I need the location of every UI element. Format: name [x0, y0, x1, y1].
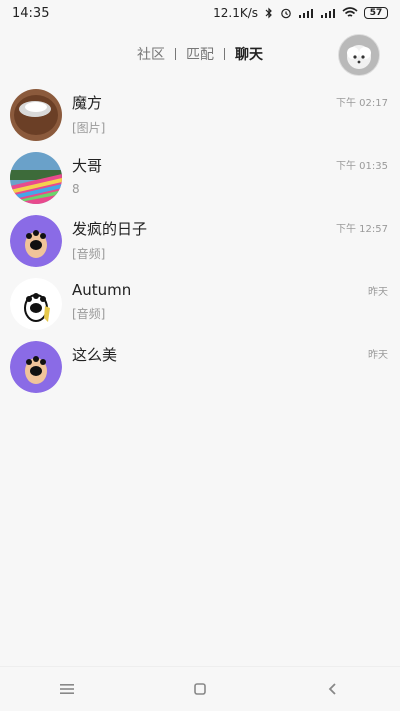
top-navigation: 社区 匹配 聊天	[0, 34, 400, 76]
chat-list: 魔方 [图片] 下午 02:17 大哥 8 下午 01:35 发疯的日子 [音频…	[0, 86, 400, 401]
wifi-icon	[342, 7, 358, 19]
bluetooth-icon	[264, 7, 274, 19]
avatar	[10, 278, 62, 330]
battery-indicator: 57	[364, 7, 388, 19]
avatar	[10, 152, 62, 204]
status-right: 12.1K/s 57	[213, 6, 388, 20]
avatar	[10, 341, 62, 393]
system-navigation-bar	[0, 666, 400, 711]
avatar	[10, 89, 62, 141]
user-avatar[interactable]	[338, 34, 380, 76]
chat-name: Autumn	[72, 281, 132, 299]
chat-time: 昨天	[368, 287, 388, 298]
chat-list-item[interactable]: 魔方 [图片] 下午 02:17	[0, 86, 400, 149]
network-speed: 12.1K/s	[213, 6, 258, 20]
signal-icon	[298, 7, 314, 19]
chat-preview: [图片]	[72, 121, 106, 135]
alarm-icon	[280, 7, 292, 19]
chat-text: 这么美	[72, 344, 390, 371]
tab-separator	[224, 48, 225, 60]
chat-name: 这么美	[72, 346, 118, 364]
avatar	[10, 215, 62, 267]
status-bar: 14:35 12.1K/s 57	[0, 0, 400, 26]
tab-match[interactable]: 匹配	[186, 44, 214, 64]
chat-list-item[interactable]: 这么美 昨天	[0, 338, 400, 401]
tab-separator	[175, 48, 176, 60]
home-icon[interactable]	[188, 677, 212, 701]
chat-time: 下午 02:17	[336, 98, 388, 109]
chat-list-item[interactable]: 发疯的日子 [音频] 下午 12:57	[0, 212, 400, 275]
signal-icon	[320, 7, 336, 19]
chat-preview: [音频]	[72, 307, 106, 321]
tab-community[interactable]: 社区	[137, 44, 165, 64]
status-time: 14:35	[12, 5, 50, 21]
tab-chat[interactable]: 聊天	[235, 44, 263, 64]
chat-time: 下午 12:57	[336, 224, 388, 235]
back-icon[interactable]	[321, 677, 345, 701]
chat-time: 下午 01:35	[336, 161, 388, 172]
menu-icon[interactable]	[55, 677, 79, 701]
chat-list-item[interactable]: 大哥 8 下午 01:35	[0, 149, 400, 212]
chat-list-item[interactable]: Autumn [音频] 昨天	[0, 275, 400, 338]
chat-preview: 8	[72, 182, 80, 196]
chat-time: 昨天	[368, 350, 388, 361]
chat-preview: [音频]	[72, 247, 106, 261]
chat-text: Autumn [音频]	[72, 281, 390, 322]
